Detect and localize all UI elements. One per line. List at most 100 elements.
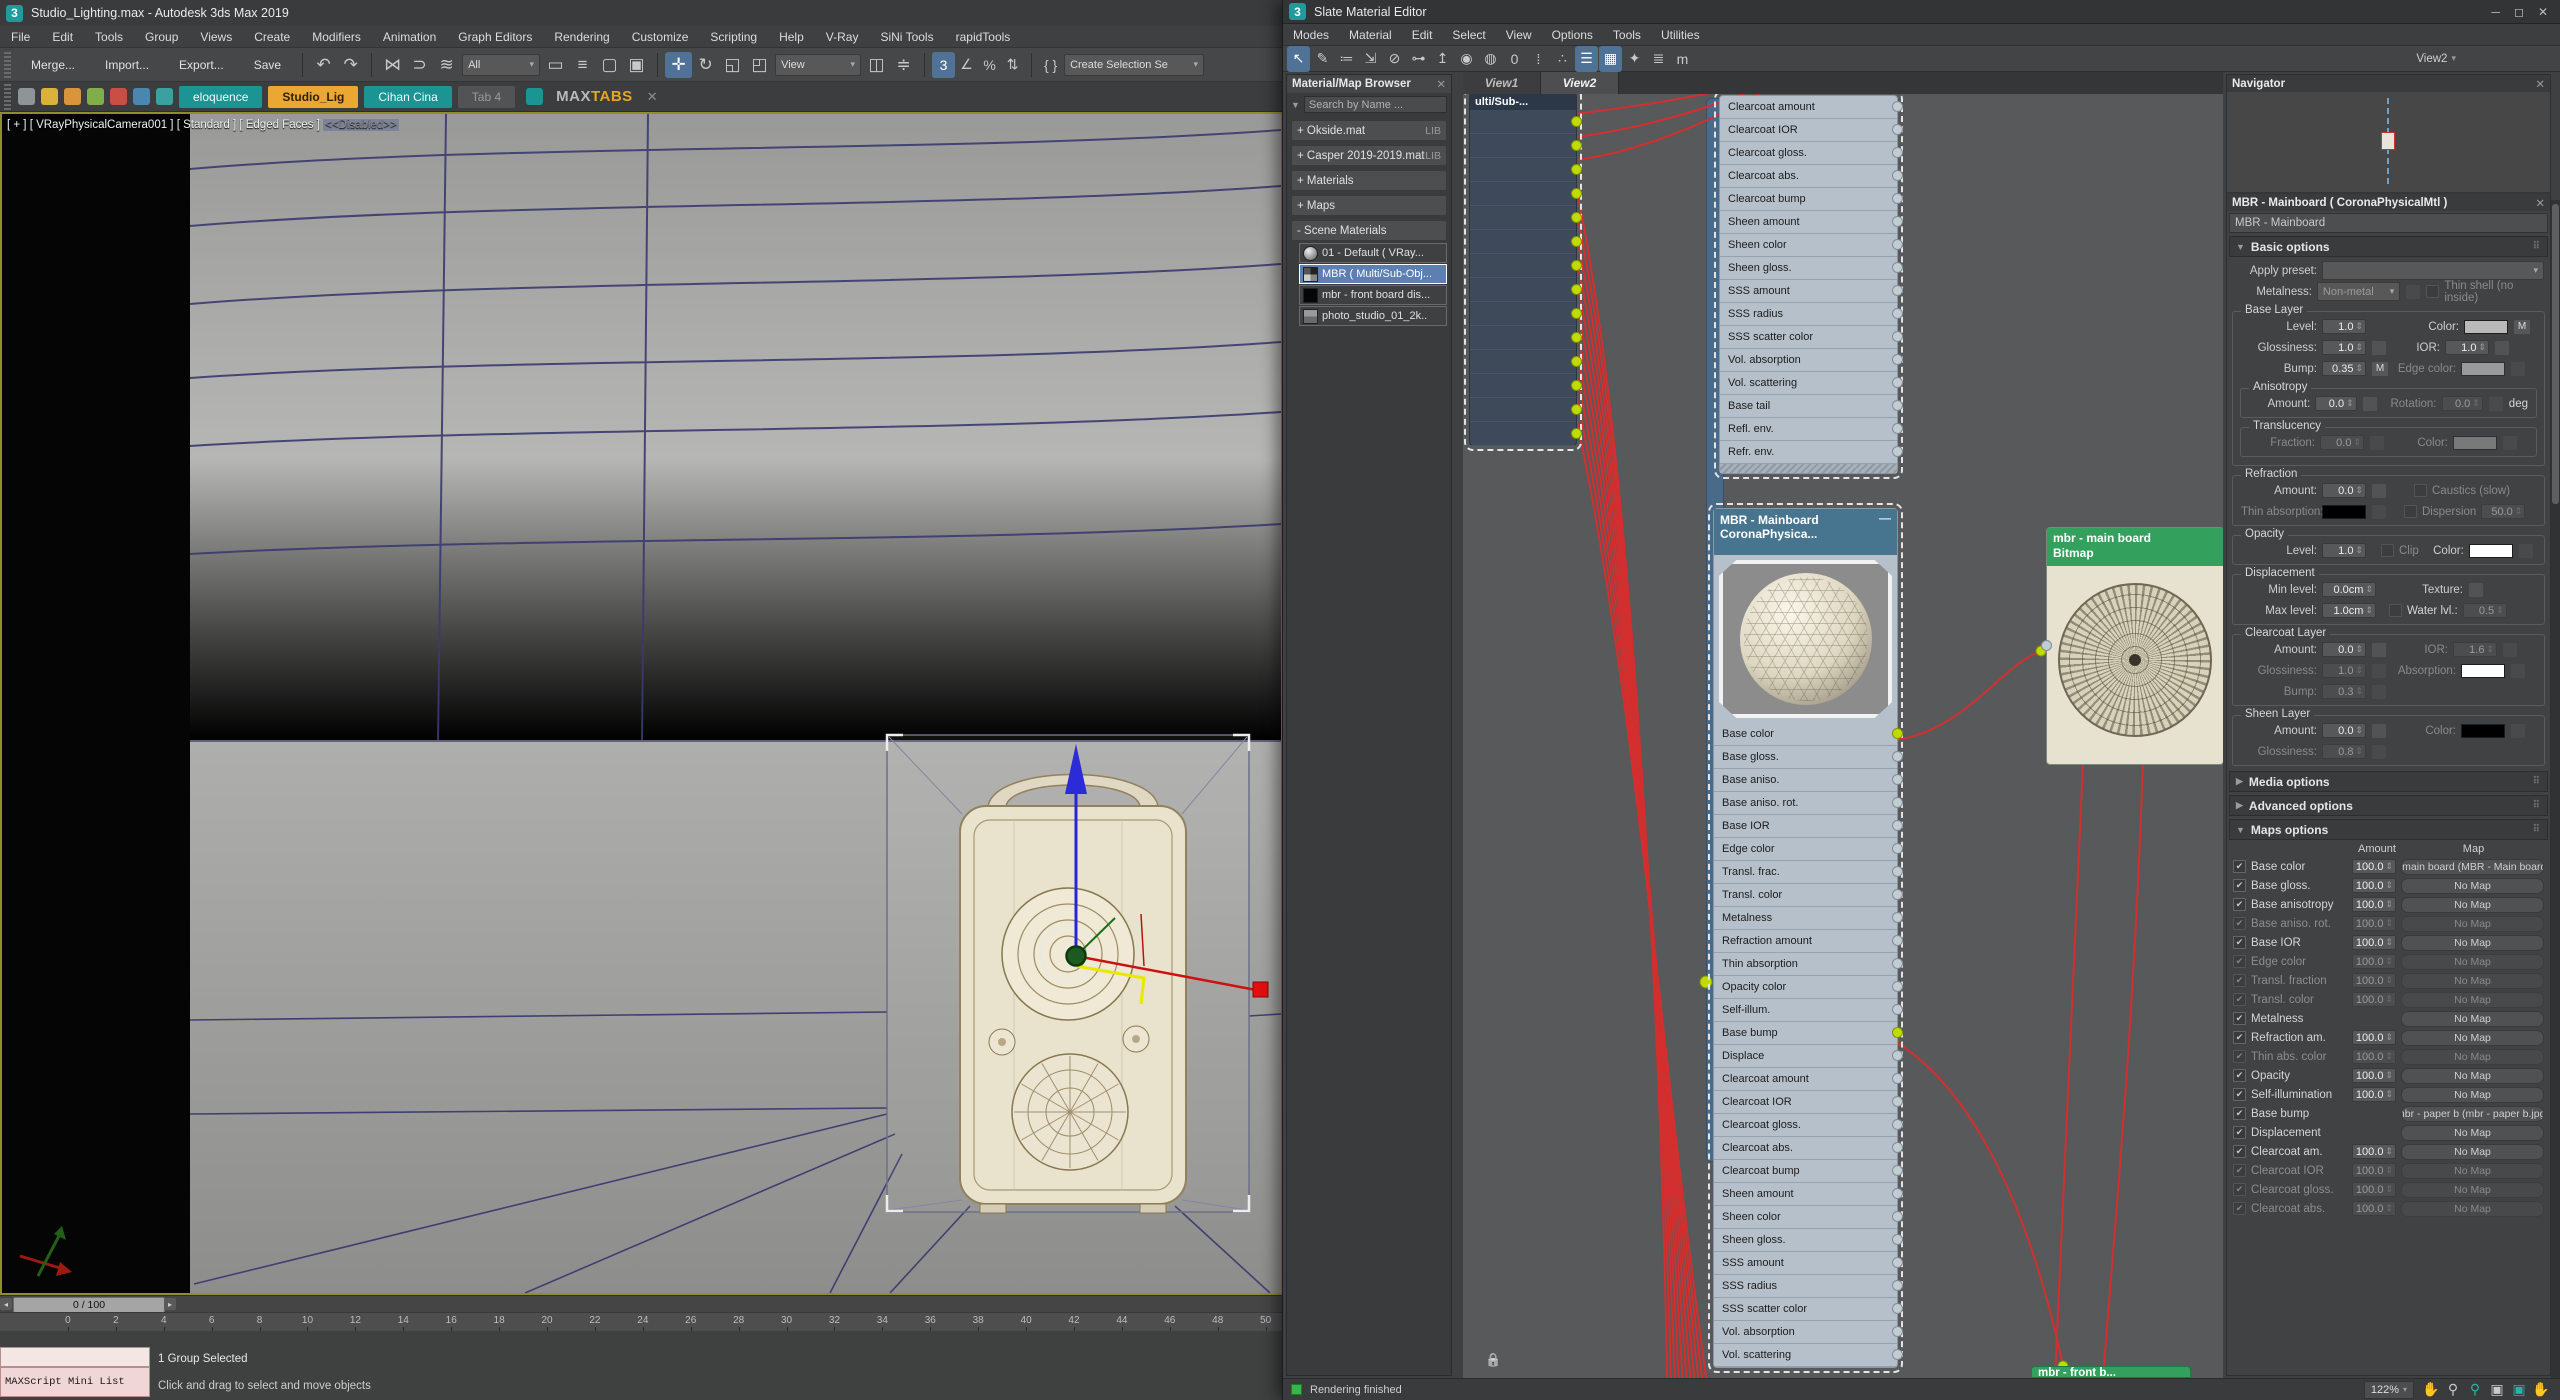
base-color-swatch[interactable] — [2464, 320, 2508, 334]
map-channel-checkbox[interactable]: ✔ — [2233, 1069, 2246, 1082]
minimize-icon[interactable]: ─ — [2491, 5, 2500, 19]
slate-menu-item[interactable]: Tools — [1603, 28, 1651, 42]
node-slot[interactable]: Refl. env. — [1720, 418, 1897, 441]
named-selection-icon[interactable]: { } — [1039, 52, 1062, 78]
map-slot-button[interactable]: No Map — [2401, 1087, 2544, 1103]
transl-color-map-button[interactable] — [2502, 435, 2518, 451]
base-gloss-map-button[interactable] — [2371, 340, 2387, 356]
redo-icon[interactable]: ↷ — [337, 52, 364, 78]
selection-filter-dropdown[interactable]: All▾ — [462, 54, 540, 76]
node-slot[interactable]: Edge color — [1714, 838, 1897, 861]
mbr-mainboard-node[interactable]: MBR - Mainboard CoronaPhysica... — Base … — [1713, 508, 1898, 1368]
slot-socket[interactable] — [1892, 797, 1903, 808]
map-slot-button[interactable]: No Map — [2401, 1163, 2544, 1179]
spinner-snap-icon[interactable]: ⇅ — [1001, 52, 1024, 78]
node-slot[interactable]: SSS radius — [1714, 1275, 1897, 1298]
menu-item[interactable]: rapidTools — [945, 26, 1022, 47]
dispersion-checkbox[interactable] — [2404, 505, 2417, 518]
node-slot[interactable]: Base gloss. — [1714, 746, 1897, 769]
node-slot[interactable]: Clearcoat abs. — [1720, 165, 1897, 188]
map-amount-spinner[interactable]: 100.0⇕ — [2352, 935, 2396, 950]
make-preview-icon[interactable]: ≔ — [1335, 46, 1358, 72]
metalness-dropdown[interactable]: Non-metal▾ — [2317, 282, 2400, 301]
refr-amount-spinner[interactable]: 0.0⇕ — [2322, 483, 2366, 498]
viewport-scene[interactable] — [190, 114, 1281, 1293]
rollout-media-options[interactable]: ▶Media options⠿ — [2229, 771, 2548, 792]
multisub-slot[interactable] — [1470, 422, 1576, 446]
slot-socket[interactable] — [1892, 1165, 1903, 1176]
opacity-level-spinner[interactable]: 1.0⇕ — [2322, 543, 2366, 558]
export-button[interactable]: Export... — [165, 53, 238, 77]
slate-menu-item[interactable]: View — [1496, 28, 1542, 42]
map-channel-checkbox[interactable]: ✔ — [2233, 1050, 2246, 1063]
slot-socket[interactable] — [1892, 354, 1903, 365]
map-channel-checkbox[interactable]: ✔ — [2233, 860, 2246, 873]
select-by-material-icon[interactable]: ✦ — [1623, 46, 1646, 72]
refr-amount-map-button[interactable] — [2371, 483, 2387, 499]
node-slot[interactable]: Vol. absorption — [1714, 1321, 1897, 1344]
sheen-amount-map-button[interactable] — [2371, 723, 2387, 739]
front-board-node[interactable]: mbr - front b... — [2031, 1366, 2191, 1378]
node-slot[interactable]: Base tail — [1720, 395, 1897, 418]
node-slot[interactable]: Sheen gloss. — [1720, 257, 1897, 280]
rollout-maps-options[interactable]: ▼Maps options⠿ — [2229, 819, 2548, 840]
clearcoat-absorption-swatch[interactable] — [2461, 664, 2505, 678]
multisub-socket[interactable] — [1571, 284, 1582, 295]
scene-material-item[interactable]: photo_studio_01_2k.. — [1299, 306, 1447, 326]
clearcoat-ior-spinner[interactable]: 1.6⇕ — [2453, 642, 2497, 657]
node-slot[interactable]: Clearcoat IOR — [1720, 119, 1897, 142]
water-level-spinner[interactable]: 0.5⇕ — [2463, 603, 2507, 618]
pick-material-eyedropper-icon[interactable]: ✎ — [1311, 46, 1334, 72]
node-slot[interactable]: SSS scatter color — [1720, 326, 1897, 349]
multisub-slot[interactable] — [1470, 278, 1576, 302]
map-slot-button[interactable]: No Map — [2401, 1049, 2544, 1065]
rollout-advanced-options[interactable]: ▶Advanced options⠿ — [2229, 795, 2548, 816]
browser-group-row[interactable]: + Okside.matLIB — [1291, 120, 1447, 141]
menu-item[interactable]: Customize — [621, 26, 700, 47]
slot-socket[interactable] — [1892, 1142, 1903, 1153]
base-bump-spinner[interactable]: 0.35⇕ — [2322, 361, 2366, 376]
slot-socket[interactable] — [1892, 1096, 1903, 1107]
map-channel-checkbox[interactable]: ✔ — [2233, 1126, 2246, 1139]
slot-socket[interactable] — [1892, 423, 1903, 434]
slot-socket[interactable] — [1892, 728, 1903, 739]
multisub-socket[interactable] — [1571, 356, 1582, 367]
opacity-color-map-button[interactable] — [2518, 543, 2534, 559]
node-slot[interactable]: Vol. scattering — [1714, 1344, 1897, 1367]
rollout-basic-options[interactable]: ▼Basic options⠿ — [2229, 236, 2548, 257]
browser-options-icon[interactable]: ▼ — [1291, 100, 1300, 110]
clearcoat-gloss-spinner[interactable]: 1.0⇕ — [2322, 663, 2366, 678]
delete-selected-icon[interactable]: ⊘ — [1383, 46, 1406, 72]
map-amount-spinner[interactable]: 100.0⇕ — [2352, 1049, 2396, 1064]
node-slot[interactable]: Opacity color — [1714, 976, 1897, 999]
slate-titlebar[interactable]: 3 Slate Material Editor ─ ◻ ✕ — [1283, 0, 2560, 24]
thin-absorption-swatch[interactable] — [2322, 505, 2366, 519]
node-slot[interactable]: Vol. scattering — [1720, 372, 1897, 395]
close-icon[interactable]: ✕ — [2538, 5, 2548, 19]
zoom-extents-icon[interactable]: ▣ — [2486, 1381, 2508, 1399]
open-folder-icon[interactable] — [64, 88, 81, 105]
clearcoat-amount-spinner[interactable]: 0.0⇕ — [2322, 642, 2366, 657]
rotate-tool-icon[interactable]: ↻ — [692, 52, 719, 78]
navigator-close-icon[interactable]: ✕ — [2535, 77, 2545, 91]
clearcoat-gloss-map-button[interactable] — [2371, 663, 2387, 679]
layout-all-icon[interactable]: ∴ — [1551, 46, 1574, 72]
aniso-rotation-spinner[interactable]: 0.0⇕ — [2442, 396, 2483, 411]
bitmap-node-title[interactable]: mbr - main board — [2053, 531, 2217, 546]
browser-group-row[interactable]: + Maps — [1291, 195, 1447, 216]
zoom-region-icon[interactable]: ⚲ — [2464, 1381, 2486, 1399]
browser-group-row[interactable]: - Scene Materials — [1291, 220, 1447, 241]
slot-socket[interactable] — [1892, 1349, 1903, 1360]
apply-preset-dropdown[interactable]: ▾ — [2322, 261, 2544, 280]
menu-item[interactable]: Create — [243, 26, 301, 47]
slate-menu-item[interactable]: Modes — [1283, 28, 1339, 42]
thin-shell-checkbox[interactable] — [2426, 285, 2439, 298]
clearcoat-absorption-map-button[interactable] — [2510, 663, 2526, 679]
node-slot[interactable]: Vol. absorption — [1720, 349, 1897, 372]
map-channel-checkbox[interactable]: ✔ — [2233, 879, 2246, 892]
node-minimize-icon[interactable]: — — [1879, 511, 1891, 525]
node-slot[interactable]: Sheen color — [1720, 234, 1897, 257]
maxscript-mini-listener[interactable]: MAXScript Mini List — [0, 1367, 150, 1397]
map-slot-button[interactable]: No Map — [2401, 1011, 2544, 1027]
hierarchy-icon[interactable]: ⊶ — [1407, 46, 1430, 72]
